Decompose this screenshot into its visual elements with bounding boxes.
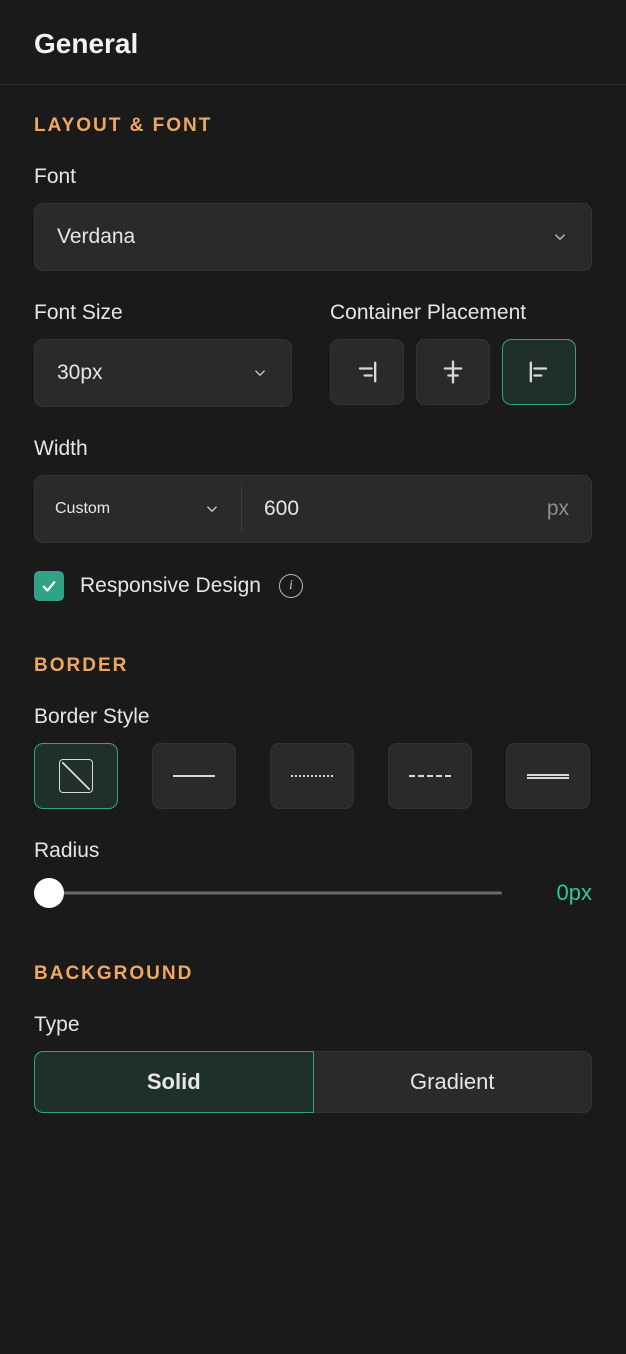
align-center-icon — [439, 358, 467, 386]
font-select[interactable]: Verdana — [34, 203, 592, 271]
bg-type-segmented: Solid Gradient — [34, 1051, 592, 1113]
slider-track — [34, 892, 502, 895]
radius-field: Radius 0px — [34, 839, 592, 909]
width-label: Width — [34, 437, 592, 461]
width-control: Custom px — [34, 475, 592, 543]
border-style-group — [34, 743, 592, 809]
border-double-icon — [527, 774, 569, 779]
placement-label: Container Placement — [330, 301, 592, 325]
section-title-background: BACKGROUND — [34, 963, 592, 985]
panel-title: General — [34, 28, 592, 60]
slider-thumb[interactable] — [34, 878, 64, 908]
radius-value: 0px — [542, 880, 592, 906]
check-icon — [40, 577, 58, 595]
align-right-icon — [353, 358, 381, 386]
fontsize-label: Font Size — [34, 301, 292, 325]
placement-left-button[interactable] — [502, 339, 576, 405]
chevron-down-icon — [251, 364, 269, 382]
font-select-value: Verdana — [57, 225, 135, 249]
font-label: Font — [34, 165, 592, 189]
radius-label: Radius — [34, 839, 592, 863]
border-style-solid-button[interactable] — [152, 743, 236, 809]
bg-type-solid-button[interactable]: Solid — [34, 1051, 314, 1113]
placement-field: Container Placement — [330, 301, 592, 407]
section-title-border: BORDER — [34, 655, 592, 677]
border-none-icon — [59, 759, 93, 793]
border-style-dashed-button[interactable] — [388, 743, 472, 809]
border-solid-icon — [173, 775, 215, 777]
responsive-checkbox[interactable] — [34, 571, 64, 601]
fontsize-select[interactable]: 30px — [34, 339, 292, 407]
section-title-layout: LAYOUT & FONT — [34, 115, 592, 137]
section-background: BACKGROUND Type Solid Gradient — [34, 909, 592, 1113]
section-layout-font: LAYOUT & FONT Font Verdana Font Size 30p… — [34, 85, 592, 601]
placement-center-button[interactable] — [416, 339, 490, 405]
align-left-icon — [525, 358, 553, 386]
fontsize-select-value: 30px — [57, 361, 103, 385]
bg-type-solid-label: Solid — [147, 1069, 201, 1095]
general-settings-panel: General LAYOUT & FONT Font Verdana Font … — [0, 0, 626, 1113]
width-value-input[interactable] — [264, 497, 547, 521]
width-field: Width Custom px — [34, 437, 592, 543]
border-style-none-button[interactable] — [34, 743, 118, 809]
section-border: BORDER Border Style — [34, 601, 592, 909]
fontsize-field: Font Size 30px — [34, 301, 292, 407]
border-style-double-button[interactable] — [506, 743, 590, 809]
border-dotted-icon — [291, 775, 333, 777]
border-style-dotted-button[interactable] — [270, 743, 354, 809]
bg-type-gradient-button[interactable]: Gradient — [314, 1051, 593, 1113]
placement-right-button[interactable] — [330, 339, 404, 405]
radius-slider[interactable] — [34, 877, 502, 909]
width-mode-select[interactable]: Custom — [35, 476, 241, 542]
chevron-down-icon — [551, 228, 569, 246]
bg-type-gradient-label: Gradient — [410, 1069, 494, 1095]
width-unit-label: px — [547, 497, 569, 521]
border-dashed-icon — [409, 775, 451, 777]
border-style-label: Border Style — [34, 705, 592, 729]
responsive-label: Responsive Design — [80, 574, 261, 598]
responsive-row: Responsive Design i — [34, 571, 592, 601]
chevron-down-icon — [203, 500, 221, 518]
bg-type-label: Type — [34, 1013, 592, 1037]
panel-header: General — [0, 0, 626, 85]
width-mode-value: Custom — [55, 500, 110, 518]
info-icon[interactable]: i — [279, 574, 303, 598]
